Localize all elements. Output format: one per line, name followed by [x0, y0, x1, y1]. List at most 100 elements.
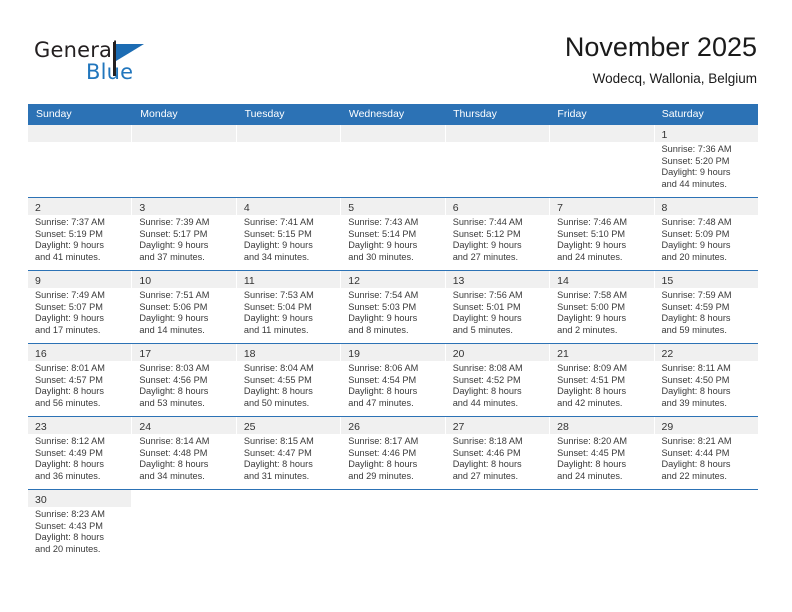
day-detail-body — [132, 507, 235, 509]
day-daylight-text: Daylight: 8 hours — [557, 386, 627, 397]
day-number-bar: 15 — [654, 271, 758, 288]
day-number-bar: 1 — [654, 125, 758, 142]
day-number: 14 — [557, 275, 569, 287]
day-sunset-text: Sunset: 4:51 PM — [557, 374, 626, 385]
day-number-bar: 16 — [28, 344, 132, 361]
calendar-day-cell-30[interactable]: 30 Sunrise: 8:23 AM Sunset: 4:43 PM Dayligh… — [28, 490, 133, 562]
calendar-day-cell-11[interactable]: 11 Sunrise: 7:53 AM Sunset: 5:04 PM Dayligh… — [236, 271, 342, 343]
day-number-bar — [445, 490, 550, 507]
day-number-bar: 2 — [28, 198, 132, 215]
day-detail-body: Sunrise: 7:59 AM Sunset: 4:59 PM Daylight:… — [655, 288, 758, 336]
day-daylight-text: Daylight: 8 hours — [243, 386, 313, 397]
day-number: 28 — [557, 421, 569, 433]
calendar-day-cell-4[interactable]: 4 Sunrise: 7:41 AM Sunset: 5:15 PM Daylight… — [236, 198, 342, 270]
day-sunrise-text: Sunrise: 8:06 AM — [348, 363, 419, 373]
calendar-day-cell-9[interactable]: 9 Sunrise: 7:49 AM Sunset: 5:07 PM Daylight… — [28, 271, 133, 343]
day-sunrise-text: Sunrise: 7:41 AM — [243, 217, 314, 227]
day-daylight-text: and 36 minutes. — [35, 470, 101, 481]
day-daylight-text: Daylight: 9 hours — [243, 240, 313, 251]
day-sunset-text: Sunset: 4:56 PM — [139, 374, 208, 385]
calendar-day-cell-28[interactable]: 28 Sunrise: 8:20 AM Sunset: 4:45 PM Dayligh… — [550, 417, 655, 489]
calendar-day-cell-10[interactable]: 10 Sunrise: 7:51 AM Sunset: 5:06 PM Dayligh… — [132, 271, 237, 343]
calendar-day-cell-21[interactable]: 21 Sunrise: 8:09 AM Sunset: 4:51 PM Dayligh… — [550, 344, 655, 416]
day-sunset-text: Sunset: 5:19 PM — [35, 228, 103, 239]
calendar-day-cell-25[interactable]: 25 Sunrise: 8:15 AM Sunset: 4:47 PM Dayligh… — [236, 417, 342, 489]
day-detail-body — [28, 142, 131, 144]
day-daylight-text: Daylight: 9 hours — [139, 240, 209, 251]
calendar-day-cell-6[interactable]: 6 Sunrise: 7:44 AM Sunset: 5:12 PM Daylight… — [445, 198, 551, 270]
day-detail-body: Sunrise: 7:39 AM Sunset: 5:17 PM Daylight:… — [132, 215, 235, 263]
calendar-day-cell-14[interactable]: 14 Sunrise: 7:58 AM Sunset: 5:00 PM Dayligh… — [550, 271, 655, 343]
day-sunrise-text: Sunrise: 8:04 AM — [243, 363, 314, 373]
day-daylight-text: Daylight: 9 hours — [35, 240, 104, 251]
day-sunset-text: Sunset: 4:46 PM — [348, 447, 417, 458]
day-daylight-text: Daylight: 9 hours — [452, 313, 522, 324]
day-detail-body: Sunrise: 7:53 AM Sunset: 5:04 PM Daylight:… — [237, 288, 340, 336]
calendar-day-cell-5[interactable]: 5 Sunrise: 7:43 AM Sunset: 5:14 PM Daylight… — [341, 198, 446, 270]
day-daylight-text: and 42 minutes. — [557, 397, 623, 408]
day-number-bar: 11 — [236, 271, 341, 288]
day-detail-body: Sunrise: 7:56 AM Sunset: 5:01 PM Daylight:… — [446, 288, 549, 336]
calendar-day-cell-24[interactable]: 24 Sunrise: 8:14 AM Sunset: 4:48 PM Dayligh… — [132, 417, 237, 489]
day-number: 17 — [139, 348, 152, 360]
day-sunset-text: Sunset: 4:46 PM — [452, 447, 521, 458]
day-detail-body: Sunrise: 7:46 AM Sunset: 5:10 PM Daylight:… — [550, 215, 653, 263]
day-number-bar: 18 — [236, 344, 341, 361]
calendar-week-row: 16 Sunrise: 8:01 AM Sunset: 4:57 PM Dayligh… — [28, 343, 758, 416]
day-daylight-text: and 50 minutes. — [243, 397, 310, 408]
day-detail-body — [341, 507, 444, 509]
day-daylight-text: and 59 minutes. — [661, 324, 727, 335]
calendar-day-cell-18[interactable]: 18 Sunrise: 8:04 AM Sunset: 4:55 PM Dayligh… — [236, 344, 342, 416]
day-number-bar — [132, 490, 236, 507]
day-number-bar: 17 — [132, 344, 236, 361]
day-sunset-text: Sunset: 4:52 PM — [452, 374, 521, 385]
calendar-day-cell-3[interactable]: 3 Sunrise: 7:39 AM Sunset: 5:17 PM Daylight… — [132, 198, 237, 270]
day-daylight-text: Daylight: 8 hours — [348, 386, 418, 397]
day-daylight-text: and 27 minutes. — [452, 470, 519, 481]
calendar-day-cell-23[interactable]: 23 Sunrise: 8:12 AM Sunset: 4:49 PM Dayligh… — [28, 417, 133, 489]
calendar-week-row: 30 Sunrise: 8:23 AM Sunset: 4:43 PM Dayligh… — [28, 489, 758, 562]
calendar-grid: Sunday Monday Tuesday Wednesday Thursday Frid… — [28, 104, 758, 562]
calendar-week-row: 23 Sunrise: 8:12 AM Sunset: 4:49 PM Dayligh… — [28, 416, 758, 489]
day-detail-body: Sunrise: 8:14 AM Sunset: 4:48 PM Daylight:… — [132, 434, 235, 482]
day-number-bar: 7 — [550, 198, 654, 215]
day-number: 15 — [661, 275, 674, 287]
title-block: November 2025 Wodecq, Wallonia, Belgium — [565, 30, 757, 89]
day-daylight-text: and 53 minutes. — [139, 397, 205, 408]
day-detail-body — [446, 142, 549, 144]
calendar-day-cell-15[interactable]: 15 Sunrise: 7:59 AM Sunset: 4:59 PM Dayligh… — [654, 271, 758, 343]
calendar-weeks: 1 Sunrise: 7:36 AM Sunset: 5:20 PM Daylight… — [28, 125, 758, 562]
calendar-day-cell-20[interactable]: 20 Sunrise: 8:08 AM Sunset: 4:52 PM Dayligh… — [445, 344, 551, 416]
calendar-day-cell-13[interactable]: 13 Sunrise: 7:56 AM Sunset: 5:01 PM Dayligh… — [445, 271, 551, 343]
day-sunrise-text: Sunrise: 7:44 AM — [452, 217, 523, 227]
calendar-day-cell-19[interactable]: 19 Sunrise: 8:06 AM Sunset: 4:54 PM Dayligh… — [341, 344, 446, 416]
calendar-day-cell-17[interactable]: 17 Sunrise: 8:03 AM Sunset: 4:56 PM Dayligh… — [132, 344, 237, 416]
day-daylight-text: Daylight: 9 hours — [557, 240, 627, 251]
calendar-day-cell-26[interactable]: 26 Sunrise: 8:17 AM Sunset: 4:46 PM Dayligh… — [341, 417, 446, 489]
calendar-day-cell-2[interactable]: 2 Sunrise: 7:37 AM Sunset: 5:19 PM Daylight… — [28, 198, 133, 270]
logo-text-blue: Blue — [86, 60, 134, 84]
calendar-day-cell-16[interactable]: 16 Sunrise: 8:01 AM Sunset: 4:57 PM Dayligh… — [28, 344, 133, 416]
calendar-day-cell-29[interactable]: 29 Sunrise: 8:21 AM Sunset: 4:44 PM Dayligh… — [654, 417, 758, 489]
day-sunset-text: Sunset: 5:15 PM — [243, 228, 312, 239]
day-number-bar — [654, 490, 758, 507]
calendar-day-cell-12[interactable]: 12 Sunrise: 7:54 AM Sunset: 5:03 PM Dayligh… — [341, 271, 446, 343]
day-daylight-text: Daylight: 9 hours — [661, 167, 731, 178]
day-daylight-text: Daylight: 9 hours — [139, 313, 209, 324]
day-detail-body: Sunrise: 7:36 AM Sunset: 5:20 PM Daylight:… — [655, 142, 758, 190]
calendar-day-cell-1[interactable]: 1 Sunrise: 7:36 AM Sunset: 5:20 PM Daylight… — [654, 125, 758, 197]
calendar-day-cell-empty — [236, 490, 342, 562]
calendar-day-cell-empty — [341, 490, 446, 562]
day-number: 24 — [139, 421, 152, 433]
calendar-day-cell-empty — [550, 125, 655, 197]
weekday-header-thursday: Thursday — [453, 108, 497, 120]
logo-text-general: General — [34, 38, 119, 62]
day-daylight-text: and 37 minutes. — [139, 251, 205, 262]
calendar-day-cell-7[interactable]: 7 Sunrise: 7:46 AM Sunset: 5:10 PM Daylight… — [550, 198, 655, 270]
calendar-day-cell-27[interactable]: 27 Sunrise: 8:18 AM Sunset: 4:46 PM Dayligh… — [445, 417, 551, 489]
calendar-day-cell-8[interactable]: 8 Sunrise: 7:48 AM Sunset: 5:09 PM Daylight… — [654, 198, 758, 270]
calendar-day-cell-22[interactable]: 22 Sunrise: 8:11 AM Sunset: 4:50 PM Dayligh… — [654, 344, 758, 416]
day-daylight-text: Daylight: 8 hours — [243, 459, 313, 470]
day-sunset-text: Sunset: 5:07 PM — [35, 301, 103, 312]
calendar-week-row: 9 Sunrise: 7:49 AM Sunset: 5:07 PM Daylight… — [28, 270, 758, 343]
